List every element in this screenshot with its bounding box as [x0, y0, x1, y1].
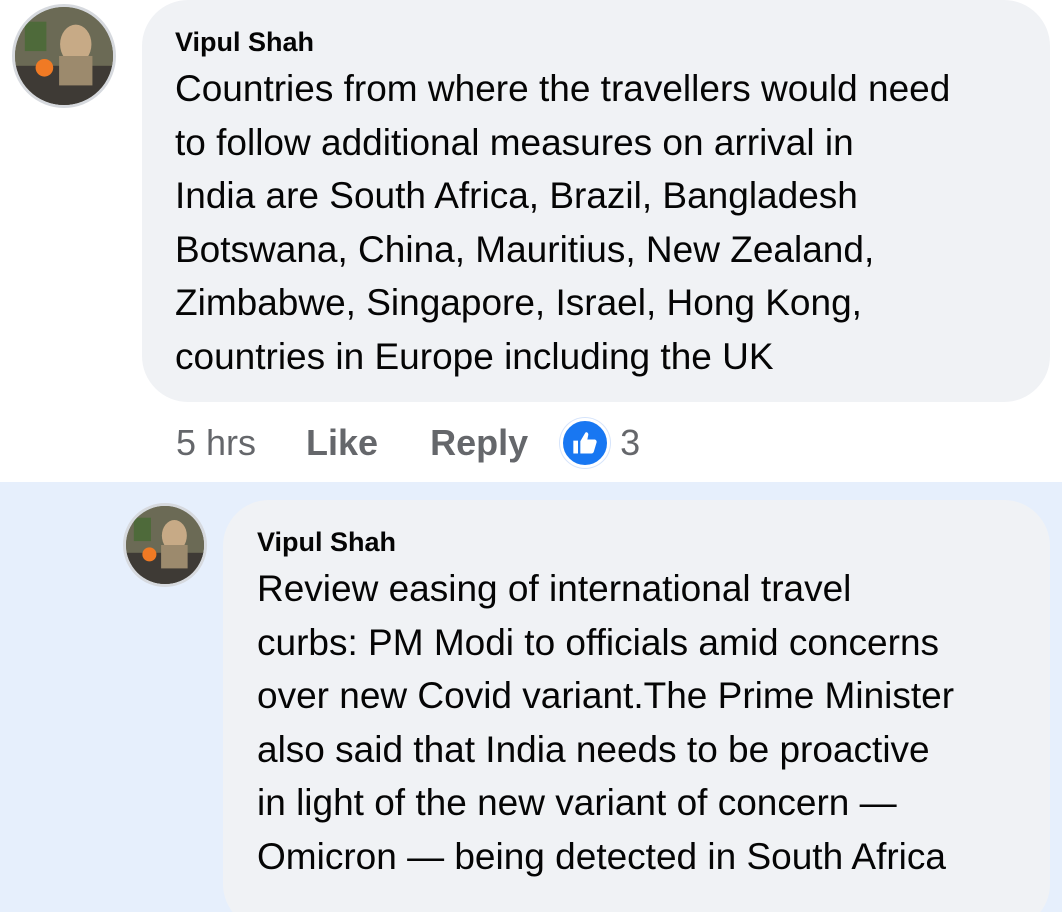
comment-timestamp[interactable]: 5 hrs [176, 422, 256, 464]
like-button[interactable]: Like [306, 422, 378, 464]
profile-photo-icon [126, 506, 204, 584]
comment-text: Countries from where the travellers woul… [175, 68, 951, 377]
comment-thread: Vipul Shah Countries from where the trav… [0, 0, 1062, 912]
reply-avatar[interactable] [123, 503, 207, 587]
reply-author[interactable]: Vipul Shah [257, 526, 1020, 558]
comment-bubble: Vipul Shah Countries from where the trav… [142, 0, 1050, 402]
reply-text: Review easing of international travel cu… [257, 568, 955, 877]
reply-button[interactable]: Reply [430, 422, 528, 464]
reply-bubble: Vipul Shah Review easing of internationa… [223, 500, 1050, 912]
thumbs-up-icon [560, 418, 611, 468]
comment-actions: 5 hrs Like Reply 3 [176, 418, 640, 468]
comment-author[interactable]: Vipul Shah [175, 26, 1020, 58]
reaction-summary[interactable]: 3 [560, 418, 640, 468]
avatar[interactable] [12, 4, 116, 108]
reaction-count: 3 [620, 422, 641, 463]
profile-photo-icon [15, 7, 113, 105]
